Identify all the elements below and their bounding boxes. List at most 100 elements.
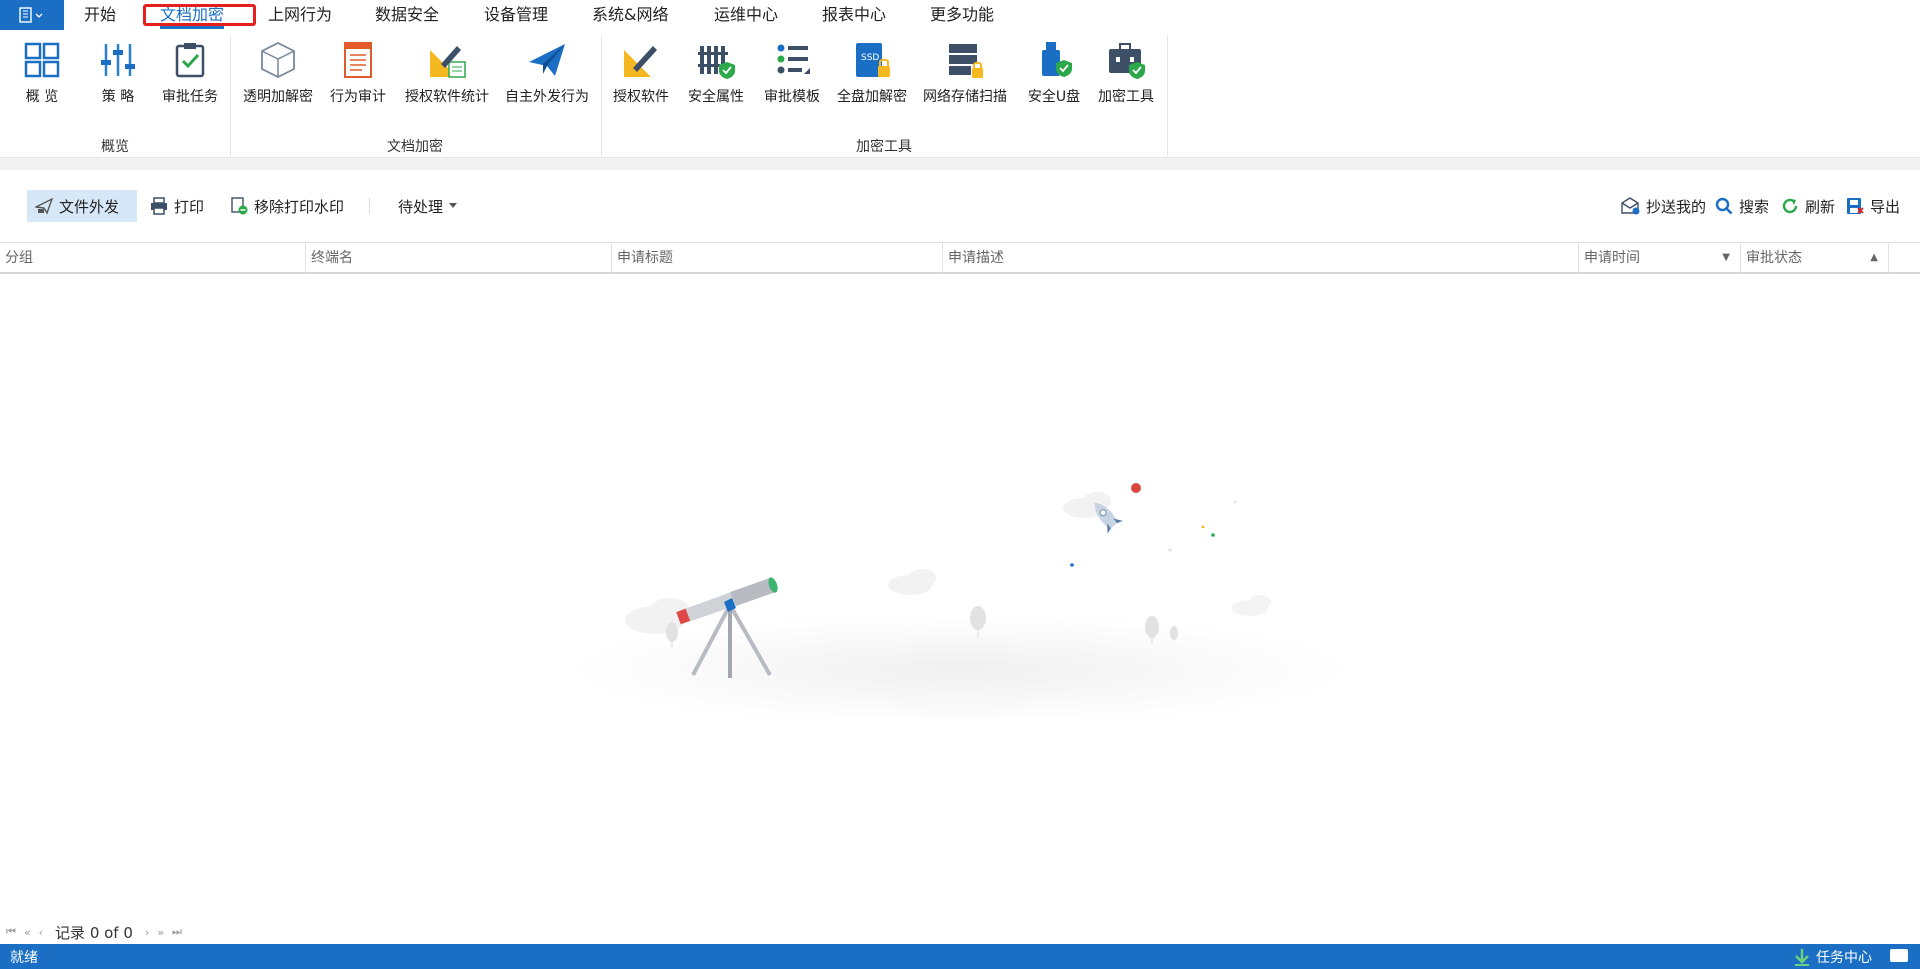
tab-report-center[interactable]: 报表中心 <box>822 0 886 30</box>
next-block-icon[interactable]: » <box>157 926 164 939</box>
ribbon-approval-template-button[interactable]: 审批模板 <box>760 36 824 116</box>
keyboard-icon[interactable] <box>1890 949 1908 962</box>
cc-me-label: 抄送我的 <box>1646 197 1707 216</box>
ribbon-policy-button[interactable]: 策 略 <box>94 36 142 116</box>
ribbon-self-outgoing-button[interactable]: 自主外发行为 <box>500 36 594 116</box>
ribbon-label: 行为审计 <box>330 89 386 105</box>
search-icon <box>1715 197 1733 215</box>
sort-up-icon[interactable]: ▲ <box>1870 243 1878 273</box>
user-list-icon <box>777 44 810 74</box>
ribbon-network-storage-scan-button[interactable]: 网络存储扫描 <box>918 36 1012 116</box>
clipboard-check-icon <box>175 43 205 78</box>
ribbon-encrypt-tool-button[interactable]: 加密工具 <box>1094 36 1158 116</box>
usb-shield-icon <box>1042 42 1072 77</box>
ribbon-label: 全盘加解密 <box>837 89 907 105</box>
tab-start[interactable]: 开始 <box>84 0 116 30</box>
ribbon-label: 透明加解密 <box>243 89 313 105</box>
ribbon-label: 授权软件 <box>613 89 669 105</box>
tab-ops-center[interactable]: 运维中心 <box>714 0 778 30</box>
column-header-terminal[interactable]: 终端名 <box>306 243 612 273</box>
ribbon-divider <box>601 36 602 156</box>
remove-watermark-button[interactable]: 移除打印水印 <box>222 190 352 222</box>
sort-down-icon[interactable]: ▼ <box>1722 243 1730 273</box>
ribbon-auth-software-button[interactable]: 授权软件 <box>609 36 673 116</box>
remove-watermark-label: 移除打印水印 <box>254 197 345 216</box>
ribbon-behavior-audit-button[interactable]: 行为审计 <box>326 36 390 116</box>
ribbon-label: 安全U盘 <box>1027 89 1081 105</box>
pending-label: 待处理 <box>398 197 444 216</box>
ribbon-gap <box>0 158 1920 170</box>
ribbon-security-attr-button[interactable]: 安全属性 <box>684 36 748 116</box>
ribbon-label: 审批任务 <box>162 89 218 105</box>
sliders-icon <box>101 44 135 76</box>
refresh-label: 刷新 <box>1805 197 1836 216</box>
ribbon-divider <box>1167 36 1168 156</box>
toolbox-shield-icon <box>1109 43 1145 79</box>
task-center-label: 任务中心 <box>1816 950 1872 966</box>
next-page-icon[interactable]: › <box>145 926 149 939</box>
server-lock-icon <box>949 44 983 78</box>
last-page-icon[interactable]: ⏭ <box>172 925 182 939</box>
app-menu-button[interactable] <box>0 0 64 30</box>
mail-icon <box>1621 197 1640 215</box>
remove-watermark-icon <box>231 197 248 215</box>
file-out-label: 文件外发 <box>59 197 120 216</box>
svg-text:SSD: SSD <box>861 53 879 63</box>
pencil-chart-icon <box>430 46 466 78</box>
pending-dropdown[interactable]: 待处理 <box>390 190 465 222</box>
table-header: 分组 终端名 申请标题 申请描述 申请时间 ▼ 审批状态 ▲ <box>0 242 1920 274</box>
cube-icon <box>261 41 295 79</box>
fence-shield-icon <box>698 46 735 79</box>
column-header-label: 申请时间 <box>1584 250 1640 266</box>
cc-me-button[interactable]: 抄送我的 <box>1612 190 1714 222</box>
export-button[interactable]: 导出 <box>1838 190 1908 222</box>
column-header-status[interactable]: 审批状态 ▲ <box>1741 243 1889 273</box>
refresh-icon <box>1782 198 1798 214</box>
file-out-button[interactable]: 文件外发 <box>27 190 137 222</box>
send-file-icon <box>35 197 53 215</box>
ribbon-auth-software-stats-button[interactable]: 授权软件统计 <box>400 36 494 116</box>
tab-system-network[interactable]: 系统&网络 <box>592 0 668 30</box>
download-arrow-icon <box>1795 949 1809 966</box>
export-label: 导出 <box>1870 197 1901 216</box>
ribbon-label: 授权软件统计 <box>405 89 489 105</box>
column-header-group[interactable]: 分组 <box>0 243 306 273</box>
print-label: 打印 <box>174 197 205 216</box>
toolbar: 文件外发 打印 移除打印水印 待处理 抄送我的 搜索 刷新 导出 <box>0 170 1920 242</box>
ribbon-label: 加密工具 <box>1098 89 1154 105</box>
column-header-title[interactable]: 申请标题 <box>612 243 943 273</box>
tab-doc-encryption[interactable]: 文档加密 <box>160 0 225 30</box>
column-header-description[interactable]: 申请描述 <box>943 243 1579 273</box>
app-menu-icon <box>19 7 43 23</box>
document-list-icon <box>344 42 372 78</box>
toolbar-divider <box>369 198 370 214</box>
ribbon-label: 自主外发行为 <box>505 89 589 105</box>
tab-more-features[interactable]: 更多功能 <box>930 0 994 30</box>
tab-internet-behavior[interactable]: 上网行为 <box>268 0 332 30</box>
tab-device-management[interactable]: 设备管理 <box>484 0 548 30</box>
ribbon-label: 审批模板 <box>764 89 820 105</box>
ribbon-full-disk-encrypt-button[interactable]: SSD 全盘加解密 <box>834 36 910 116</box>
tab-data-security[interactable]: 数据安全 <box>375 0 439 30</box>
task-center-button[interactable]: 任务中心 <box>1794 947 1872 967</box>
export-icon <box>1847 198 1864 214</box>
ribbon-label: 网络存储扫描 <box>923 89 1007 105</box>
ribbon-label: 安全属性 <box>688 89 744 105</box>
print-button[interactable]: 打印 <box>142 190 212 222</box>
search-button[interactable]: 搜索 <box>1707 190 1777 222</box>
ribbon-transparent-encrypt-button[interactable]: 透明加解密 <box>240 36 316 116</box>
ssd-lock-icon: SSD <box>856 43 890 77</box>
prev-block-icon[interactable]: « <box>24 926 31 939</box>
prev-page-icon[interactable]: ‹ <box>39 926 43 939</box>
column-header-time[interactable]: 申请时间 ▼ <box>1579 243 1741 273</box>
refresh-button[interactable]: 刷新 <box>1773 190 1843 222</box>
ribbon-secure-usb-button[interactable]: 安全U盘 <box>1022 36 1086 116</box>
ribbon-group-label-doc-encryption: 文档加密 <box>387 139 443 155</box>
ribbon: 概 览 策 略 审批任务 概览 透明加解密 行为审计 授权软件统计 自主外发行为… <box>0 30 1920 158</box>
first-page-icon[interactable]: ⏮ <box>6 925 16 939</box>
printer-icon <box>151 197 167 215</box>
ribbon-overview-button[interactable]: 概 览 <box>18 36 66 116</box>
ribbon-approval-task-button[interactable]: 审批任务 <box>158 36 222 116</box>
search-label: 搜索 <box>1739 197 1770 216</box>
status-bar: 就绪 任务中心 <box>0 944 1920 969</box>
